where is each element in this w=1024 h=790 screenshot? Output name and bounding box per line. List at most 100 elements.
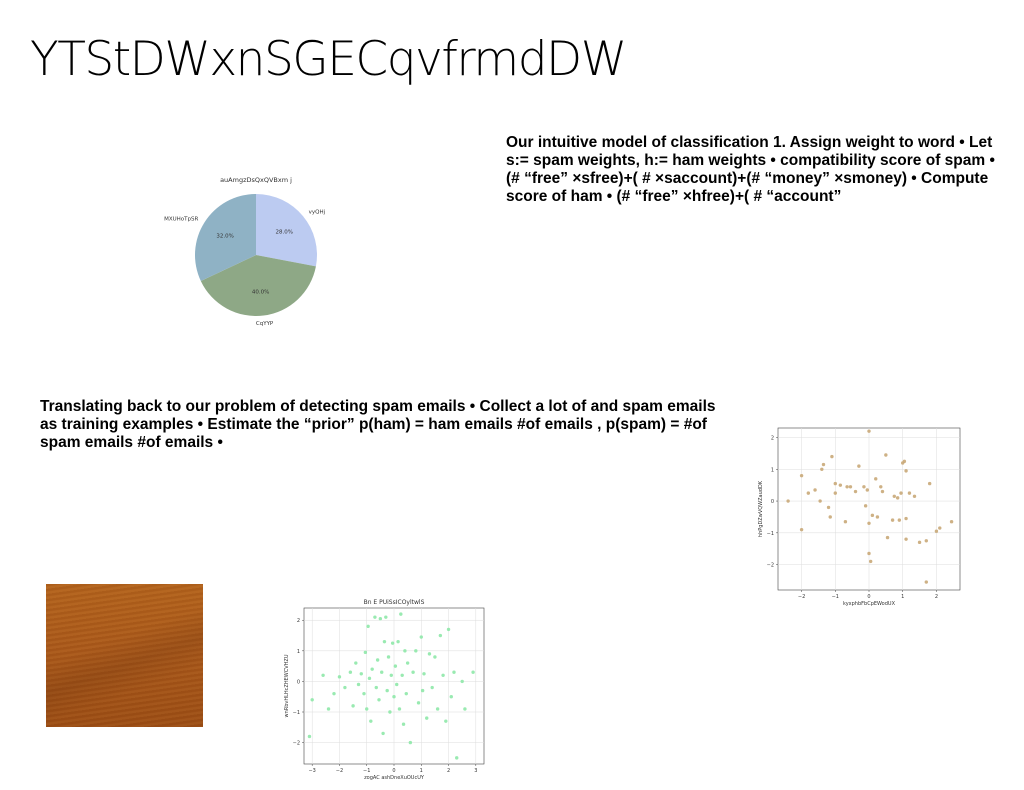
scatter-point: [366, 624, 370, 629]
scatter-point: [310, 698, 314, 702]
scatter-point: [397, 707, 402, 711]
scatter-point: [875, 515, 880, 519]
scatter-point: [365, 707, 369, 711]
scatter-point: [934, 529, 939, 533]
scatter-point: [843, 520, 848, 524]
scatter-point: [307, 734, 312, 739]
y-tick-label: −2: [767, 563, 774, 569]
scatter-point: [351, 704, 355, 708]
wood-texture-image: [46, 584, 203, 727]
scatter-point: [845, 485, 849, 489]
scatter-point: [399, 612, 403, 616]
body-text-classification-model: Our intuitive model of classification 1.…: [506, 134, 995, 205]
scatter-point: [374, 685, 378, 690]
scatter-point: [880, 489, 885, 494]
scatter-point: [786, 499, 790, 503]
scatter-point: [400, 673, 404, 677]
scatter-point: [404, 691, 408, 696]
scatter-point: [408, 740, 413, 745]
scatter-point: [381, 731, 385, 736]
x-tick-label: −3: [308, 768, 315, 774]
scatter-point: [799, 473, 804, 478]
scatter-point: [375, 658, 380, 662]
scatter-point: [427, 652, 432, 656]
y-tick-label: 2: [771, 436, 774, 442]
y-tick-label: −1: [767, 531, 774, 537]
scatter-point: [403, 649, 407, 653]
scatter-point: [799, 527, 804, 532]
scatter-point: [879, 485, 883, 489]
scatter-point: [411, 670, 415, 674]
scatter-point: [405, 661, 410, 665]
x-tick-label: −2: [798, 594, 805, 600]
x-tick-label: 2: [935, 594, 938, 600]
x-tick-label: 1: [901, 594, 904, 600]
scatter-point: [389, 673, 393, 677]
scatter-point: [853, 489, 858, 494]
scatter-title: Bn E PUiSsICOyltwlS: [364, 599, 425, 606]
scatter-point: [865, 488, 870, 492]
scatter-point: [390, 641, 395, 645]
scatter-point: [899, 491, 903, 495]
scatter-point: [828, 515, 832, 519]
scatter-point: [395, 682, 399, 687]
scatter-point: [373, 615, 377, 619]
scatter-point: [857, 464, 861, 468]
scatter-point: [862, 485, 866, 489]
scatter-point: [380, 670, 384, 674]
x-tick-label: −1: [363, 768, 370, 774]
scatter-point: [326, 707, 331, 711]
scatter-point: [377, 698, 381, 702]
scatter-point: [356, 682, 361, 687]
scatter-point: [885, 535, 890, 540]
scatter-point: [867, 429, 871, 433]
scatter-point: [449, 695, 453, 699]
y-tick-label: −1: [293, 710, 300, 716]
scatter-chart-1: −2 −1 0 1 2 −2 −1 0 1 2 kyxphbFbCpEWodUX hhPgDZwVQW…: [756, 422, 966, 612]
scatter-point: [396, 639, 400, 644]
scatter-point: [401, 722, 406, 726]
scatter-point: [868, 559, 873, 564]
x-tick-label: −1: [832, 594, 839, 600]
scatter-point: [348, 670, 353, 674]
scatter-point: [343, 685, 347, 690]
scatter-point: [806, 491, 811, 495]
pie-title: auAmgzDsQxQVBxm j: [220, 176, 292, 184]
scatter-point: [444, 719, 448, 723]
scatter-point: [393, 664, 398, 668]
scatter-point: [820, 467, 824, 471]
scatter-point: [904, 516, 908, 521]
scatter-point: [897, 518, 902, 522]
scatter-point: [430, 685, 434, 690]
y-tick-label: −2: [293, 741, 300, 747]
scatter-point: [884, 453, 888, 457]
x-tick-label: 1: [420, 768, 423, 774]
scatter-point: [902, 459, 907, 464]
scatter-chart-2: −3 −2 −1 0 1 2 3 −2 −1 0 1 2 Bn E PUiSsICOyltwlS zogA…: [282, 596, 488, 786]
scatter-point: [830, 454, 834, 459]
scatter-point: [833, 491, 837, 495]
y-tick-label: 1: [297, 649, 300, 655]
y-axis-label: wnRbvHLHcZHEWCVHZU: [284, 654, 290, 717]
scatter-point: [385, 688, 389, 693]
scatter-point: [874, 477, 878, 481]
scatter-point: [388, 710, 392, 714]
scatter-point: [337, 675, 342, 679]
scatter-point: [452, 670, 456, 674]
x-axis-label: kyxphbFbCpEWodUX: [843, 601, 896, 607]
scatter-point: [949, 520, 954, 524]
pie-category-label: MXUHoTpSR: [164, 216, 198, 222]
x-tick-label: −2: [336, 768, 343, 774]
scatter-point: [838, 483, 843, 487]
pie-pct-label: 40.0%: [252, 289, 269, 295]
scatter-point: [892, 494, 896, 498]
scatter-point: [471, 670, 475, 674]
y-axis-label: hhPgDZwVQWZaudDK: [758, 480, 764, 537]
scatter-point: [392, 695, 396, 699]
x-tick-label: 0: [392, 768, 395, 774]
scatter-point: [370, 667, 374, 671]
y-tick-label: 0: [771, 499, 774, 505]
scatter-point: [904, 469, 908, 473]
scatter-point: [420, 688, 425, 693]
y-tick-label: 0: [297, 679, 300, 685]
